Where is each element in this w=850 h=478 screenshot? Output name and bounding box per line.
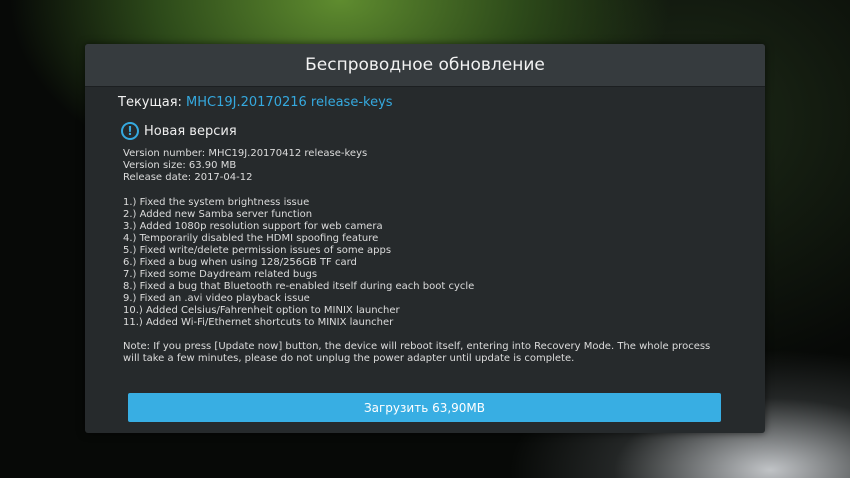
changelog-item: 10.) Added Celsius/Fahrenheit option to … (123, 305, 400, 316)
dialog-title: Беспроводное обновление (85, 44, 765, 87)
changelog-item: 2.) Added new Samba server function (123, 209, 313, 220)
changelog-item: 7.) Fixed some Daydream related bugs (123, 269, 318, 280)
changelog-list: 1.) Fixed the system brightness issue 2.… (123, 197, 474, 329)
changelog-item: 5.) Fixed write/delete permission issues… (123, 245, 392, 256)
current-version: Текущая: MHC19J.20170216 release-keys (118, 95, 393, 110)
update-note: Note: If you press [Update now] button, … (123, 341, 711, 364)
version-details: Version number: MHC19J.20170412 release-… (123, 148, 367, 184)
release-date: Release date: 2017-04-12 (123, 172, 253, 183)
changelog-item: 3.) Added 1080p resolution support for w… (123, 221, 383, 232)
download-update-button[interactable]: Загрузить 63,90MB (128, 393, 721, 422)
new-version-heading: ! Новая версия (121, 122, 237, 140)
changelog-item: 1.) Fixed the system brightness issue (123, 197, 310, 208)
new-version-label: Новая версия (144, 123, 237, 139)
current-version-value: MHC19J.20170216 release-keys (186, 95, 393, 110)
info-icon: ! (121, 122, 139, 140)
version-size: Version size: 63.90 MB (123, 160, 237, 171)
version-number: Version number: MHC19J.20170412 release-… (123, 148, 368, 159)
current-version-label: Текущая: (118, 95, 182, 110)
changelog-item: 11.) Added Wi-Fi/Ethernet shortcuts to M… (123, 317, 394, 328)
changelog-item: 9.) Fixed an .avi video playback issue (123, 293, 310, 304)
changelog-item: 4.) Temporarily disabled the HDMI spoofi… (123, 233, 379, 244)
changelog-item: 6.) Fixed a bug when using 128/256GB TF … (123, 257, 357, 268)
update-dialog: Беспроводное обновление Текущая: MHC19J.… (85, 44, 765, 433)
changelog-item: 8.) Fixed a bug that Bluetooth re-enable… (123, 281, 475, 292)
